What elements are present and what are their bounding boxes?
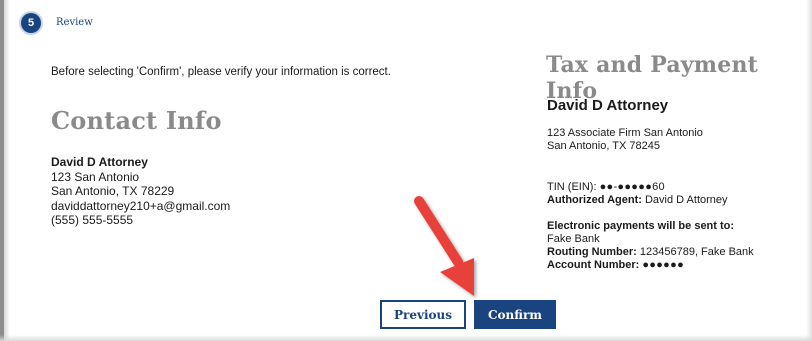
agent-row: Authorized Agent: David D Attorney xyxy=(547,194,728,207)
contact-address-line2: San Antonio, TX 78229 xyxy=(51,184,175,198)
window-bottom-shadow xyxy=(0,335,812,341)
contact-info-heading: Contact Info xyxy=(51,106,222,135)
account-label: Account Number: xyxy=(547,259,640,271)
agent-label: Authorized Agent: xyxy=(547,194,642,206)
bank-name: Fake Bank xyxy=(547,233,600,245)
tax-address-line1: 123 Associate Firm San Antonio xyxy=(547,127,703,139)
tax-address-block: 123 Associate Firm San Antonio San Anton… xyxy=(547,127,703,153)
tax-name: David D Attorney xyxy=(547,97,669,114)
step-label: Review xyxy=(56,17,93,28)
agent-value: David D Attorney xyxy=(644,194,728,206)
tin-row: TIN (EIN): ●●-●●●●●60 xyxy=(547,181,728,194)
account-row: Account Number: ●●●●●● xyxy=(547,259,809,272)
payment-block: Electronic payments will be sent to: Fak… xyxy=(547,220,809,272)
tin-value: ●●-●●●●●60 xyxy=(599,181,665,193)
tin-label: TIN (EIN): xyxy=(547,181,597,193)
confirm-button[interactable]: Confirm xyxy=(474,300,556,329)
routing-row: Routing Number: 123456789, Fake Bank xyxy=(547,246,809,259)
tax-address-line2: San Antonio, TX 78245 xyxy=(547,140,660,152)
tin-block: TIN (EIN): ●●-●●●●●60 Authorized Agent: … xyxy=(547,181,728,207)
payments-heading: Electronic payments will be sent to: xyxy=(547,220,735,232)
contact-address-line1: 123 San Antonio xyxy=(51,169,140,184)
contact-email: daviddattorney210+a@gmail.com xyxy=(51,198,231,213)
window-left-shadow xyxy=(4,0,10,341)
step-number-badge: 5 xyxy=(21,13,41,33)
contact-phone: (555) 555-5555 xyxy=(51,213,134,227)
routing-value: 123456789, Fake Bank xyxy=(639,246,754,258)
verify-instructions: Before selecting 'Confirm', please verif… xyxy=(51,66,391,78)
contact-name: David D Attorney xyxy=(51,155,148,169)
account-value: ●●●●●● xyxy=(642,259,685,271)
contact-info-block: David D Attorney 123 San Antonio San Ant… xyxy=(51,155,230,228)
routing-label: Routing Number: xyxy=(547,246,637,258)
previous-button[interactable]: Previous xyxy=(380,300,466,329)
